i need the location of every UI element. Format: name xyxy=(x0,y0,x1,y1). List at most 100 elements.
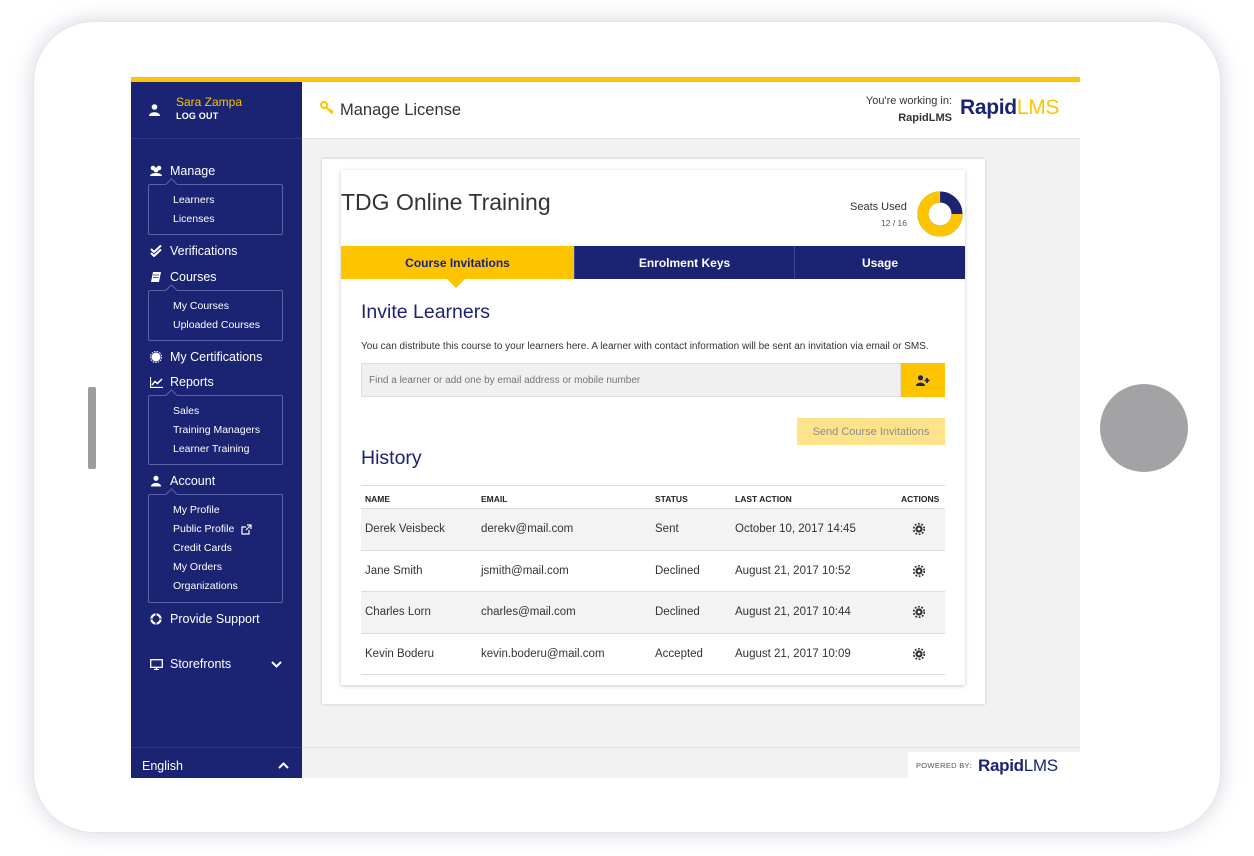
sidebar-subitem-organizations[interactable]: Organizations xyxy=(173,580,238,592)
sidebar-item-label: Verifications xyxy=(170,244,238,258)
seats-used-count: 12 / 16 xyxy=(881,218,907,228)
page-title: Manage License xyxy=(340,101,462,119)
row-last-action: August 21, 2017 10:09 xyxy=(735,647,851,660)
sidebar-item-verifications[interactable]: Verifications xyxy=(149,244,237,258)
footer-logo-main-text: Rapid xyxy=(978,756,1024,775)
sidebar-item-reports[interactable]: Reports xyxy=(149,375,214,389)
row-last-action: August 21, 2017 10:44 xyxy=(735,606,851,618)
workspace-info: You're working in: RapidLMS xyxy=(866,93,952,127)
sidebar-subitem-learner-training[interactable]: Learner Training xyxy=(173,443,249,455)
row-name: Derek Veisbeck xyxy=(365,523,445,535)
column-header-actions: ACTIONS xyxy=(901,494,940,504)
history-title: History xyxy=(361,447,422,469)
table-header: NAME EMAIL STATUS LAST ACTION ACTIONS xyxy=(361,485,945,509)
working-in-label: You're working in: xyxy=(865,95,952,107)
powered-by-label: POWERED BY: xyxy=(916,761,972,770)
tablet-side-button xyxy=(88,387,96,469)
row-name: Charles Lorn xyxy=(365,606,431,618)
chevron-up-icon xyxy=(278,762,289,769)
table-row: Jane Smith jsmith@mail.com Declined Augu… xyxy=(361,551,945,592)
row-email: charles@mail.com xyxy=(481,606,576,618)
chart-line-icon xyxy=(149,375,163,389)
sidebar-subitem-public-profile[interactable]: Public Profile xyxy=(173,523,252,535)
footer-logo: RapidLMS xyxy=(978,756,1058,776)
sidebar-subitem-licenses[interactable]: Licenses xyxy=(173,213,214,225)
seats-used-label: Seats Used xyxy=(850,201,907,213)
send-invitations-button[interactable]: Send Course Invitations xyxy=(797,418,945,445)
sidebar-item-certifications[interactable]: My Certifications xyxy=(149,350,262,364)
tab-bar: Course Invitations Enrolment Keys Usage xyxy=(341,246,965,288)
row-last-action: August 21, 2017 10:52 xyxy=(735,564,851,577)
language-label: English xyxy=(142,759,183,773)
users-icon xyxy=(149,164,163,178)
language-selector[interactable]: English xyxy=(131,747,302,778)
tab-course-invitations[interactable]: Course Invitations xyxy=(341,246,574,288)
sidebar-subitem-learners[interactable]: Learners xyxy=(173,194,214,206)
account-submenu: My Profile Public Profile Credit Cards M… xyxy=(148,494,283,603)
sidebar-subitem-my-profile[interactable]: My Profile xyxy=(173,504,220,516)
sidebar-item-label: Provide Support xyxy=(170,612,260,626)
license-card: TDG Online Training Seats Used 12 / 16 C… xyxy=(341,170,965,685)
tab-usage[interactable]: Usage xyxy=(794,246,965,279)
sidebar-subitem-uploaded-courses[interactable]: Uploaded Courses xyxy=(173,319,260,331)
gear-icon[interactable] xyxy=(913,606,925,618)
sidebar-subitem-label: Public Profile xyxy=(173,523,235,535)
sidebar-subitem-sales[interactable]: Sales xyxy=(173,405,199,417)
learner-search-input[interactable] xyxy=(361,363,901,397)
seats-donut-chart xyxy=(917,191,963,237)
manage-submenu: Learners Licenses xyxy=(148,184,283,235)
table-row: Kevin Boderu kevin.boderu@mail.com Accep… xyxy=(361,634,945,675)
logo-main-text: Rapid xyxy=(960,96,1017,119)
sidebar-subitem-my-orders[interactable]: My Orders xyxy=(173,561,222,573)
monitor-icon xyxy=(149,657,163,671)
sidebar-item-manage[interactable]: Manage xyxy=(149,164,215,178)
app-screen: Sara Zampa LOG OUT Manage Learners Licen… xyxy=(131,77,1080,778)
book-icon xyxy=(149,270,163,284)
tab-enrolment-keys[interactable]: Enrolment Keys xyxy=(574,246,794,279)
sidebar-item-courses[interactable]: Courses xyxy=(149,270,217,284)
course-title: TDG Online Training xyxy=(341,189,551,215)
sidebar-item-provide-support[interactable]: Provide Support xyxy=(149,612,260,626)
row-email: kevin.boderu@mail.com xyxy=(481,647,605,660)
lifebuoy-icon xyxy=(149,612,163,626)
footer-logo-accent-text: LMS xyxy=(1023,756,1058,775)
certificate-icon xyxy=(149,350,163,364)
sidebar-subitem-credit-cards[interactable]: Credit Cards xyxy=(173,542,232,554)
row-email: derekv@mail.com xyxy=(481,523,574,535)
row-status: Sent xyxy=(655,523,679,535)
logo-accent-text: LMS xyxy=(1016,96,1060,119)
sidebar-item-label: Courses xyxy=(170,270,217,284)
sidebar-subitem-my-courses[interactable]: My Courses xyxy=(173,300,229,312)
working-in-value: RapidLMS xyxy=(898,112,952,124)
gear-icon[interactable] xyxy=(913,564,925,577)
column-header-status: STATUS xyxy=(655,494,688,504)
chevron-down-icon[interactable] xyxy=(271,661,282,668)
table-row: Derek Veisbeck derekv@mail.com Sent Octo… xyxy=(361,509,945,551)
table-row: Charles Lorn charles@mail.com Declined A… xyxy=(361,592,945,634)
key-icon xyxy=(320,101,334,115)
sidebar-item-label: Reports xyxy=(170,375,214,389)
external-link-icon xyxy=(241,523,252,535)
user-panel: Sara Zampa LOG OUT xyxy=(131,82,302,139)
powered-by-badge: POWERED BY: RapidLMS xyxy=(908,752,1080,778)
row-last-action: October 10, 2017 14:45 xyxy=(735,523,856,535)
user-name: Sara Zampa xyxy=(176,95,243,109)
gear-icon[interactable] xyxy=(913,523,925,535)
sidebar-item-label: Manage xyxy=(170,164,216,178)
sidebar-item-label: Account xyxy=(170,474,216,488)
column-header-name: NAME xyxy=(365,494,391,504)
column-header-last-action: LAST ACTION xyxy=(735,494,792,504)
sidebar-item-account[interactable]: Account xyxy=(149,474,215,488)
sidebar-subitem-training-managers[interactable]: Training Managers xyxy=(173,424,260,436)
row-name: Jane Smith xyxy=(365,564,423,577)
row-status: Declined xyxy=(655,564,700,577)
gear-icon[interactable] xyxy=(913,647,925,660)
invite-learners-title: Invite Learners xyxy=(361,301,490,323)
logout-link[interactable]: LOG OUT xyxy=(176,111,218,121)
add-learner-button[interactable] xyxy=(901,363,945,397)
add-user-icon xyxy=(916,374,930,386)
row-status: Accepted xyxy=(655,647,703,660)
sidebar-item-storefronts[interactable]: Storefronts xyxy=(149,657,287,671)
page-footer: POWERED BY: RapidLMS xyxy=(302,747,1080,778)
account-icon xyxy=(149,474,163,488)
